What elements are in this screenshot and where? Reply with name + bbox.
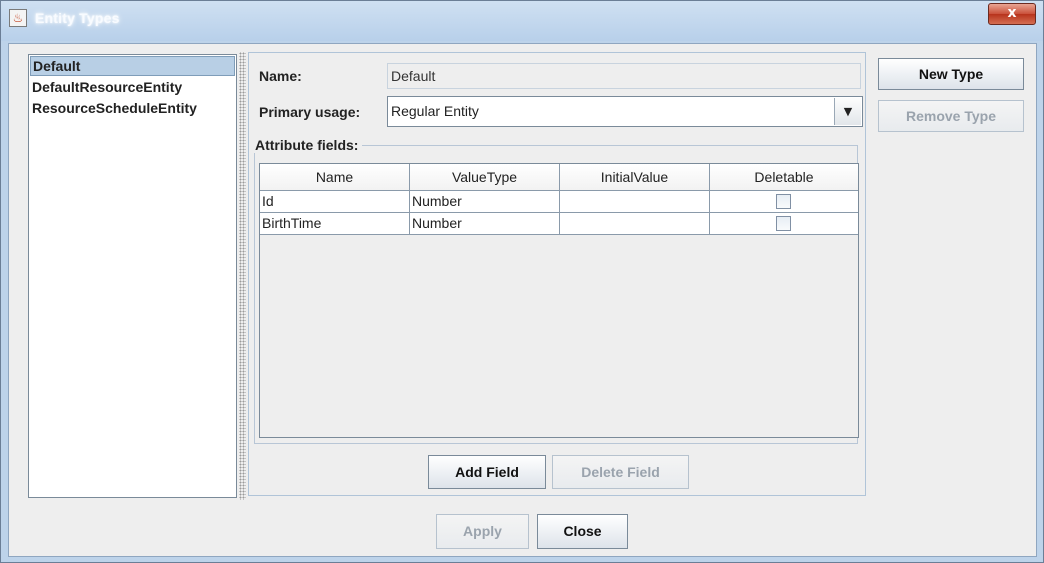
remove-type-button[interactable]: Remove Type — [878, 100, 1024, 132]
table-row[interactable]: Id Number — [260, 191, 858, 213]
column-header-value-type[interactable]: ValueType — [410, 164, 560, 191]
window-close-button[interactable]: x — [988, 3, 1036, 25]
cell-value-type[interactable]: Number — [410, 213, 560, 235]
name-label: Name: — [259, 68, 302, 84]
delete-field-button[interactable]: Delete Field — [552, 455, 689, 489]
column-header-deletable[interactable]: Deletable — [710, 164, 858, 191]
cell-initial-value[interactable] — [560, 191, 710, 213]
primary-usage-value: Regular Entity — [391, 103, 479, 119]
title-bar[interactable]: ♨ Entity Types x — [1, 1, 1043, 41]
list-item-default[interactable]: Default — [30, 56, 235, 76]
cell-deletable[interactable] — [710, 191, 858, 213]
cell-name[interactable]: Id — [260, 191, 410, 213]
entity-detail-panel: Name: Default Primary usage: Regular Ent… — [248, 52, 866, 496]
close-icon: x — [1007, 5, 1017, 21]
cell-name[interactable]: BirthTime — [260, 213, 410, 235]
list-item-default-resource-entity[interactable]: DefaultResourceEntity — [30, 77, 235, 97]
window-title: Entity Types — [35, 10, 120, 26]
primary-usage-select[interactable]: Regular Entity ▼ — [387, 96, 863, 127]
table-row[interactable]: BirthTime Number — [260, 213, 858, 235]
attribute-fields-table[interactable]: Name ValueType InitialValue Deletable Id… — [259, 163, 859, 438]
add-field-button[interactable]: Add Field — [428, 455, 546, 489]
entity-type-list[interactable]: Default DefaultResourceEntity ResourceSc… — [28, 54, 237, 498]
attribute-fields-label: Attribute fields: — [254, 137, 363, 153]
dialog-content: Default DefaultResourceEntity ResourceSc… — [8, 43, 1037, 557]
new-type-button[interactable]: New Type — [878, 58, 1024, 90]
entity-types-window: ♨ Entity Types x Default DefaultResource… — [0, 0, 1044, 563]
chevron-down-icon[interactable]: ▼ — [834, 98, 861, 125]
split-pane-divider[interactable] — [239, 52, 246, 500]
cell-initial-value[interactable] — [560, 213, 710, 235]
name-field[interactable]: Default — [387, 63, 861, 89]
java-cup-icon: ♨ — [9, 9, 27, 27]
deletable-checkbox[interactable] — [776, 216, 791, 231]
primary-usage-label: Primary usage: — [259, 104, 361, 120]
close-button[interactable]: Close — [537, 514, 628, 549]
list-item-resource-schedule-entity[interactable]: ResourceScheduleEntity — [30, 98, 235, 118]
apply-button[interactable]: Apply — [436, 514, 529, 549]
deletable-checkbox[interactable] — [776, 194, 791, 209]
cell-deletable[interactable] — [710, 213, 858, 235]
column-header-initial-value[interactable]: InitialValue — [560, 164, 710, 191]
column-header-name[interactable]: Name — [260, 164, 410, 191]
cell-value-type[interactable]: Number — [410, 191, 560, 213]
